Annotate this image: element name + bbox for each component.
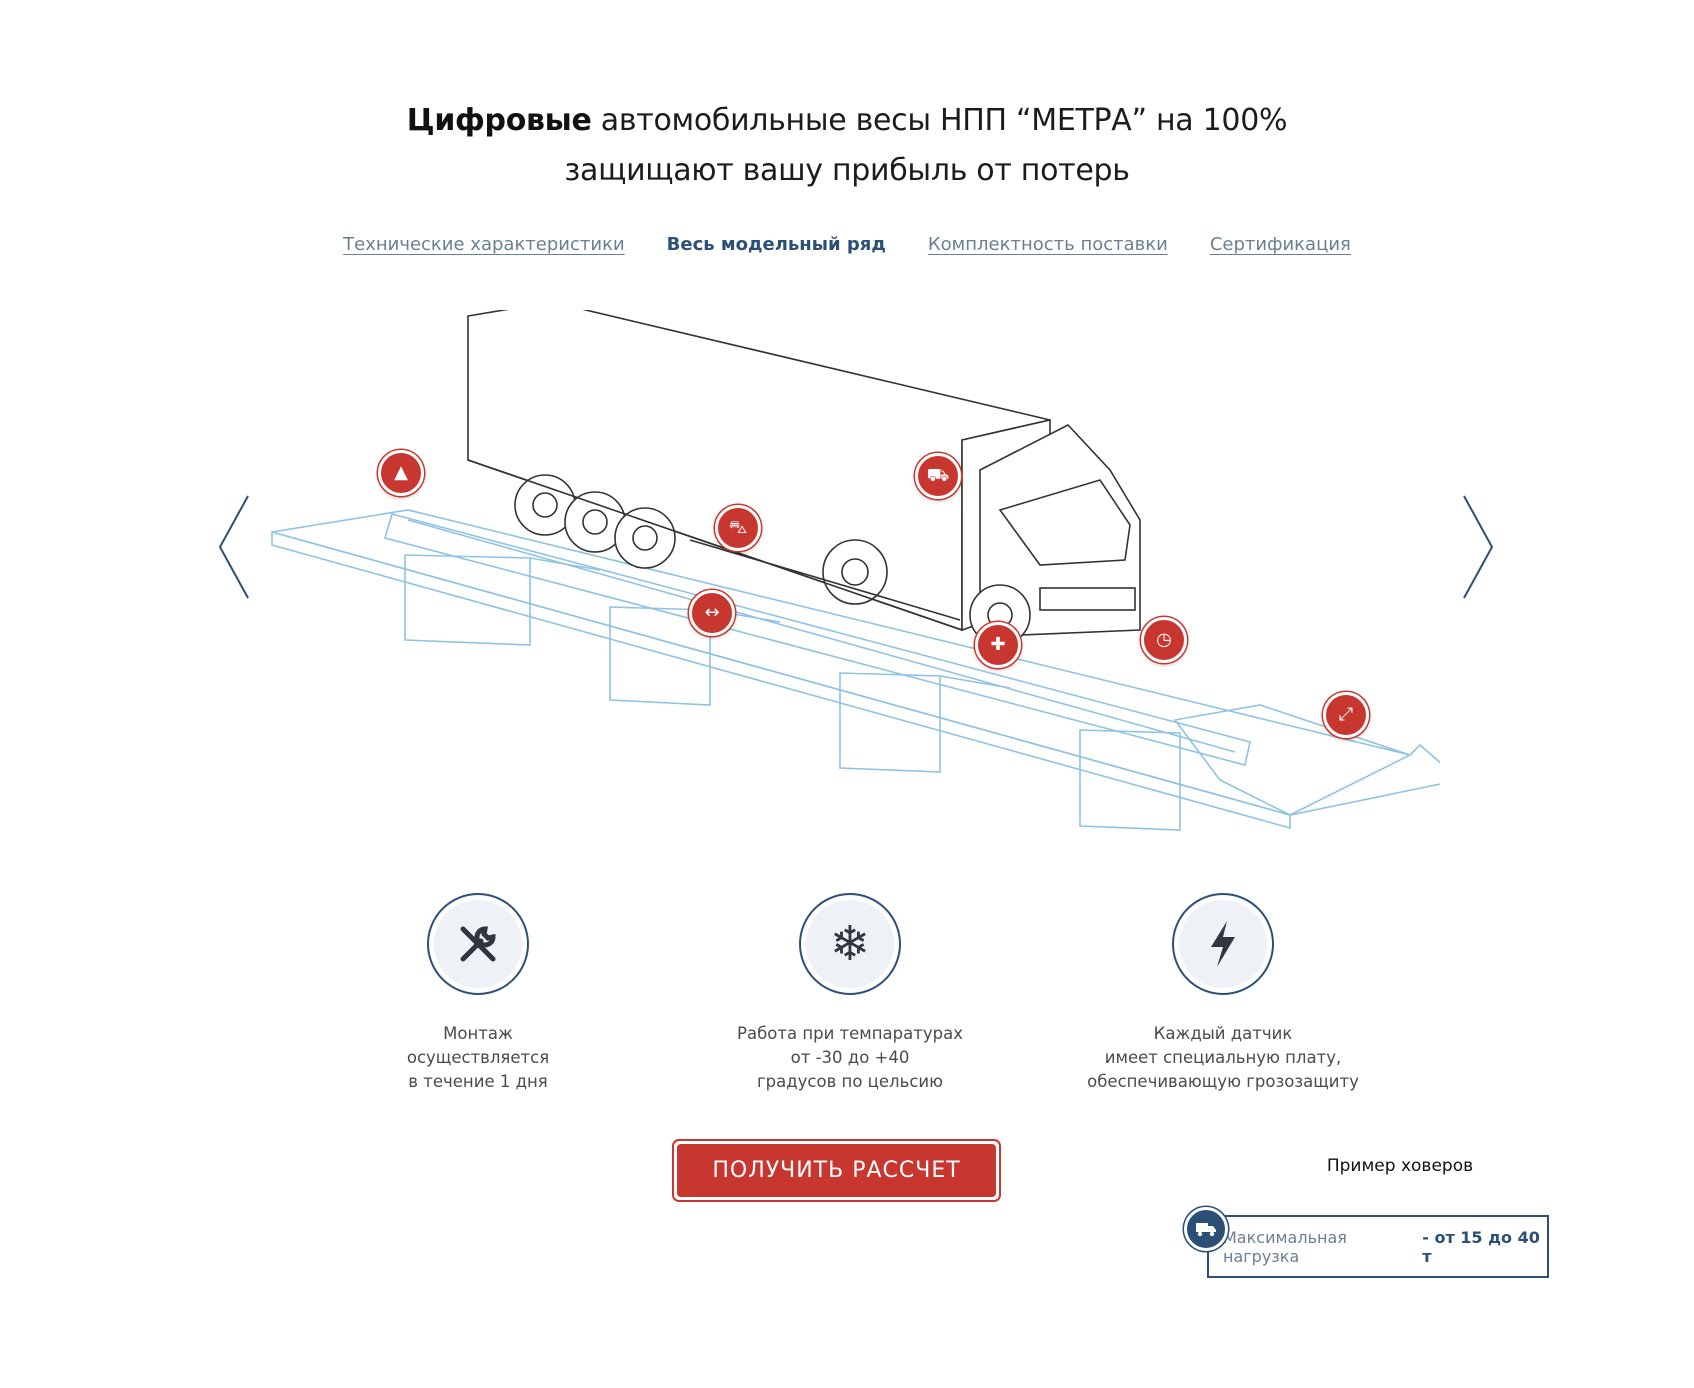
truck-scale-drawing: [271, 301, 1462, 831]
feature-icon-circle: ❄: [799, 893, 901, 995]
headline: Цифровые автомобильные весы НПП “МЕТРА” …: [0, 96, 1694, 196]
hotspot-truck[interactable]: ⛟: [915, 453, 961, 499]
clock-icon: ◷: [1156, 629, 1172, 650]
hotspot-car[interactable]: ⛍: [715, 505, 761, 551]
tools-icon: [460, 926, 496, 962]
feature-text: Каждый датчик имеет специальную плату, о…: [1087, 1024, 1359, 1091]
headline-bold: Цифровые: [406, 103, 592, 138]
feature-installation: Монтаж осуществляется в течение 1 дня: [308, 893, 648, 1094]
width-arrows-icon: ↔: [704, 602, 720, 623]
truck-scale-illustration: ▲ ⛟ ⛍ ↔ ✚ ◷ ⤢: [260, 301, 1462, 840]
hotspot-road[interactable]: ▲: [378, 450, 424, 496]
hover-example-value: - от 15 до 40 т: [1422, 1227, 1540, 1266]
road-icon: ▲: [394, 462, 408, 483]
feature-icon-circle: [427, 893, 529, 995]
hover-example-label: Максимальная нагрузка: [1223, 1227, 1347, 1266]
truck-icon: [1196, 1223, 1216, 1237]
tab-certification[interactable]: Сертификация: [1210, 234, 1351, 255]
hotspot-plus[interactable]: ✚: [975, 622, 1021, 668]
feature-lightning-protection: Каждый датчик имеет специальную плату, о…: [1053, 893, 1393, 1094]
headline-rest: автомобильные весы НПП “МЕТРА” на 100%: [591, 103, 1288, 138]
hotspot-width[interactable]: ↔: [689, 590, 735, 636]
tab-specs[interactable]: Технические характеристики: [343, 234, 625, 255]
chevron-left-icon: [218, 495, 249, 599]
hover-example-tooltip: Максимальная нагрузка - от 15 до 40 т: [1207, 1215, 1549, 1278]
truck: [467, 301, 1141, 646]
hotspot-resize[interactable]: ⤢: [1323, 692, 1369, 738]
snowflake-icon: ❄: [829, 916, 871, 972]
tab-models[interactable]: Весь модельный ряд: [667, 234, 886, 255]
plus-icon: ✚: [990, 634, 1006, 655]
tabs-nav: Технические характеристики Весь модельны…: [0, 234, 1694, 255]
resize-arrows-icon: ⤢: [1338, 704, 1354, 725]
headline-line-1: Цифровые автомобильные весы НПП “МЕТРА” …: [0, 96, 1694, 146]
feature-text: Работа при темпаратурах от -30 до +40 гр…: [737, 1024, 963, 1091]
get-quote-label: ПОЛУЧИТЬ РАССЧЕТ: [677, 1144, 996, 1197]
hotspot-clock[interactable]: ◷: [1141, 617, 1187, 663]
hover-example-title: Пример ховеров: [1326, 1156, 1474, 1176]
lightning-icon: [1211, 921, 1235, 967]
car-icon: ⛍: [728, 517, 748, 538]
tab-delivery[interactable]: Комплектность поставки: [928, 234, 1168, 255]
hover-example-badge: [1184, 1207, 1228, 1251]
feature-text: Монтаж осуществляется в течение 1 дня: [406, 1024, 550, 1091]
prev-slide-button[interactable]: [214, 492, 254, 602]
next-slide-button[interactable]: [1458, 492, 1498, 602]
headline-line-2: защищают вашу прибыль от потерь: [564, 153, 1130, 188]
feature-icon-circle: [1172, 893, 1274, 995]
truck-icon: ⛟: [926, 465, 950, 486]
feature-temperature: ❄ Работа при темпаратурах от -30 до +40 …: [680, 893, 1020, 1094]
chevron-right-icon: [1463, 495, 1494, 599]
get-quote-button[interactable]: ПОЛУЧИТЬ РАССЧЕТ: [672, 1139, 1001, 1202]
